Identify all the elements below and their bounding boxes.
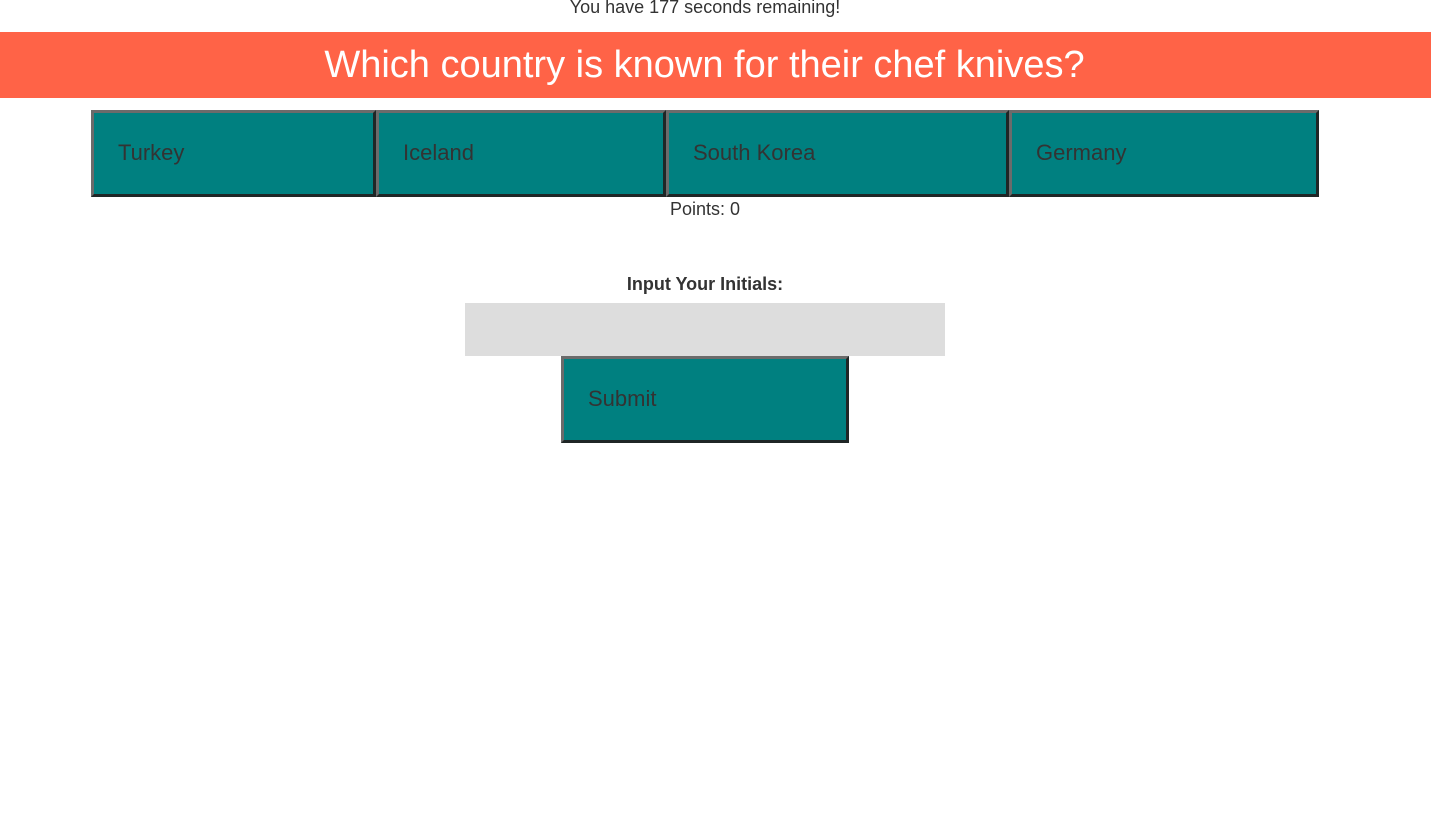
question-text: Which country is known for their chef kn… <box>324 44 1085 86</box>
answer-label: Germany <box>1036 139 1127 165</box>
answer-button-south-korea[interactable]: South Korea <box>666 110 1009 197</box>
answer-button-iceland[interactable]: Iceland <box>376 110 666 197</box>
answer-button-germany[interactable]: Germany <box>1009 110 1319 197</box>
initials-input[interactable] <box>465 303 945 356</box>
quiz-page: You have 177 seconds remaining! Which co… <box>0 0 1431 833</box>
timer-text: You have 177 seconds remaining! <box>569 0 841 17</box>
answer-button-turkey[interactable]: Turkey <box>91 110 376 197</box>
answer-label: South Korea <box>693 139 816 165</box>
submit-label: Submit <box>588 385 657 411</box>
initials-label: Input Your Initials: <box>626 274 784 294</box>
submit-button[interactable]: Submit <box>561 356 849 443</box>
points-display: Points: 0 <box>669 199 741 219</box>
answer-label: Iceland <box>403 139 474 165</box>
answer-options: Turkey Iceland South Korea Germany <box>91 110 1319 197</box>
answer-label: Turkey <box>118 139 185 165</box>
question-banner: Which country is known for their chef kn… <box>0 32 1431 98</box>
